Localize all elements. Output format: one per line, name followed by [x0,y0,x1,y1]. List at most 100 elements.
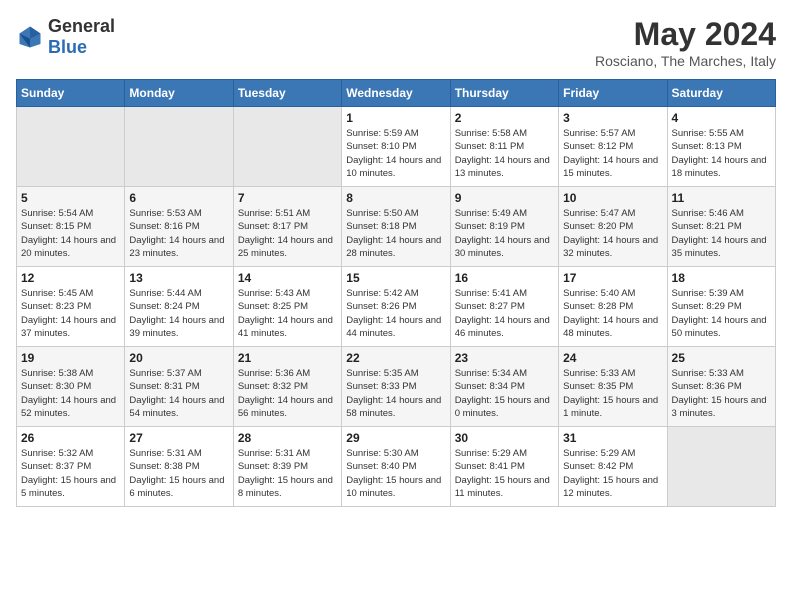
calendar-week-row: 12Sunrise: 5:45 AMSunset: 8:23 PMDayligh… [17,267,776,347]
logo-icon [16,23,44,51]
day-number: 26 [21,431,120,445]
day-info: Sunrise: 5:33 AMSunset: 8:35 PMDaylight:… [563,367,662,420]
day-info: Sunrise: 5:36 AMSunset: 8:32 PMDaylight:… [238,367,337,420]
day-of-week-header: Friday [559,80,667,107]
day-info: Sunrise: 5:57 AMSunset: 8:12 PMDaylight:… [563,127,662,180]
day-info: Sunrise: 5:47 AMSunset: 8:20 PMDaylight:… [563,207,662,260]
day-number: 25 [672,351,771,365]
calendar-day-cell: 1 Sunrise: 5:59 AMSunset: 8:10 PMDaylight… [342,107,450,187]
day-number: 19 [21,351,120,365]
day-number: 11 [672,191,771,205]
location-subtitle: Rosciano, The Marches, Italy [595,53,776,69]
day-number: 10 [563,191,662,205]
calendar-day-cell: 11Sunrise: 5:46 AMSunset: 8:21 PMDayligh… [667,187,775,267]
calendar-day-cell: 29 Sunrise: 5:30 AMSunset: 8:40 PMDayligh… [342,427,450,507]
calendar-day-cell: 3 Sunrise: 5:57 AMSunset: 8:12 PMDaylight… [559,107,667,187]
day-info: Sunrise: 5:32 AMSunset: 8:37 PMDaylight:… [21,447,120,500]
day-of-week-header: Monday [125,80,233,107]
day-number: 29 [346,431,445,445]
day-number: 30 [455,431,554,445]
calendar-day-cell: 2 Sunrise: 5:58 AMSunset: 8:11 PMDaylight… [450,107,558,187]
day-info: Sunrise: 5:29 AMSunset: 8:41 PMDaylight:… [455,447,554,500]
day-info: Sunrise: 5:31 AMSunset: 8:38 PMDaylight:… [129,447,228,500]
calendar-day-cell: 17 Sunrise: 5:40 AMSunset: 8:28 PMDayligh… [559,267,667,347]
calendar-week-row: 1 Sunrise: 5:59 AMSunset: 8:10 PMDaylight… [17,107,776,187]
day-number: 24 [563,351,662,365]
day-number: 3 [563,111,662,125]
calendar-day-cell: 24 Sunrise: 5:33 AMSunset: 8:35 PMDayligh… [559,347,667,427]
calendar-day-cell: 15 Sunrise: 5:42 AMSunset: 8:26 PMDayligh… [342,267,450,347]
calendar-day-cell [17,107,125,187]
calendar-day-cell: 13 Sunrise: 5:44 AMSunset: 8:24 PMDayligh… [125,267,233,347]
calendar-day-cell: 31Sunrise: 5:29 AMSunset: 8:42 PMDayligh… [559,427,667,507]
day-number: 28 [238,431,337,445]
day-number: 16 [455,271,554,285]
day-info: Sunrise: 5:39 AMSunset: 8:29 PMDaylight:… [672,287,771,340]
day-number: 22 [346,351,445,365]
day-info: Sunrise: 5:55 AMSunset: 8:13 PMDaylight:… [672,127,771,180]
day-number: 9 [455,191,554,205]
day-number: 5 [21,191,120,205]
calendar-day-cell: 28 Sunrise: 5:31 AMSunset: 8:39 PMDayligh… [233,427,341,507]
day-number: 4 [672,111,771,125]
day-info: Sunrise: 5:54 AMSunset: 8:15 PMDaylight:… [21,207,120,260]
calendar-day-cell: 20Sunrise: 5:37 AMSunset: 8:31 PMDayligh… [125,347,233,427]
calendar-day-cell: 27 Sunrise: 5:31 AMSunset: 8:38 PMDayligh… [125,427,233,507]
day-number: 17 [563,271,662,285]
calendar-day-cell: 10 Sunrise: 5:47 AMSunset: 8:20 PMDayligh… [559,187,667,267]
calendar-day-cell: 21Sunrise: 5:36 AMSunset: 8:32 PMDayligh… [233,347,341,427]
day-number: 7 [238,191,337,205]
calendar-day-cell: 6Sunrise: 5:53 AMSunset: 8:16 PMDaylight… [125,187,233,267]
day-number: 6 [129,191,228,205]
calendar-day-cell: 9Sunrise: 5:49 AMSunset: 8:19 PMDaylight… [450,187,558,267]
day-number: 15 [346,271,445,285]
day-of-week-header: Sunday [17,80,125,107]
day-info: Sunrise: 5:51 AMSunset: 8:17 PMDaylight:… [238,207,337,260]
day-number: 1 [346,111,445,125]
day-number: 13 [129,271,228,285]
month-title: May 2024 [595,16,776,53]
calendar-week-row: 26 Sunrise: 5:32 AMSunset: 8:37 PMDayligh… [17,427,776,507]
day-info: Sunrise: 5:59 AMSunset: 8:10 PMDaylight:… [346,127,445,180]
calendar-table: SundayMondayTuesdayWednesdayThursdayFrid… [16,79,776,507]
calendar-day-cell: 22 Sunrise: 5:35 AMSunset: 8:33 PMDayligh… [342,347,450,427]
calendar-day-cell: 8 Sunrise: 5:50 AMSunset: 8:18 PMDaylight… [342,187,450,267]
calendar-day-cell: 12Sunrise: 5:45 AMSunset: 8:23 PMDayligh… [17,267,125,347]
day-number: 8 [346,191,445,205]
calendar-day-cell: 26 Sunrise: 5:32 AMSunset: 8:37 PMDayligh… [17,427,125,507]
calendar-day-cell: 18 Sunrise: 5:39 AMSunset: 8:29 PMDayligh… [667,267,775,347]
day-info: Sunrise: 5:40 AMSunset: 8:28 PMDaylight:… [563,287,662,340]
calendar-day-cell: 19 Sunrise: 5:38 AMSunset: 8:30 PMDayligh… [17,347,125,427]
day-number: 2 [455,111,554,125]
calendar-day-cell: 23 Sunrise: 5:34 AMSunset: 8:34 PMDayligh… [450,347,558,427]
day-info: Sunrise: 5:34 AMSunset: 8:34 PMDaylight:… [455,367,554,420]
day-number: 20 [129,351,228,365]
day-number: 18 [672,271,771,285]
day-info: Sunrise: 5:33 AMSunset: 8:36 PMDaylight:… [672,367,771,420]
title-area: May 2024 Rosciano, The Marches, Italy [595,16,776,69]
day-of-week-header: Wednesday [342,80,450,107]
day-number: 31 [563,431,662,445]
calendar-day-cell: 30 Sunrise: 5:29 AMSunset: 8:41 PMDayligh… [450,427,558,507]
day-of-week-header: Saturday [667,80,775,107]
day-info: Sunrise: 5:35 AMSunset: 8:33 PMDaylight:… [346,367,445,420]
day-number: 27 [129,431,228,445]
day-info: Sunrise: 5:50 AMSunset: 8:18 PMDaylight:… [346,207,445,260]
logo: General Blue [16,16,115,58]
calendar-day-cell [125,107,233,187]
day-info: Sunrise: 5:31 AMSunset: 8:39 PMDaylight:… [238,447,337,500]
day-info: Sunrise: 5:41 AMSunset: 8:27 PMDaylight:… [455,287,554,340]
day-info: Sunrise: 5:58 AMSunset: 8:11 PMDaylight:… [455,127,554,180]
day-info: Sunrise: 5:30 AMSunset: 8:40 PMDaylight:… [346,447,445,500]
day-number: 23 [455,351,554,365]
logo-text-general: General [48,16,115,36]
day-info: Sunrise: 5:38 AMSunset: 8:30 PMDaylight:… [21,367,120,420]
day-info: Sunrise: 5:42 AMSunset: 8:26 PMDaylight:… [346,287,445,340]
page-header: General Blue May 2024 Rosciano, The Marc… [16,16,776,69]
calendar-day-cell: 4 Sunrise: 5:55 AMSunset: 8:13 PMDaylight… [667,107,775,187]
day-of-week-header: Tuesday [233,80,341,107]
day-info: Sunrise: 5:44 AMSunset: 8:24 PMDaylight:… [129,287,228,340]
calendar-day-cell: 14Sunrise: 5:43 AMSunset: 8:25 PMDayligh… [233,267,341,347]
logo-text-blue: Blue [48,37,87,57]
day-number: 14 [238,271,337,285]
